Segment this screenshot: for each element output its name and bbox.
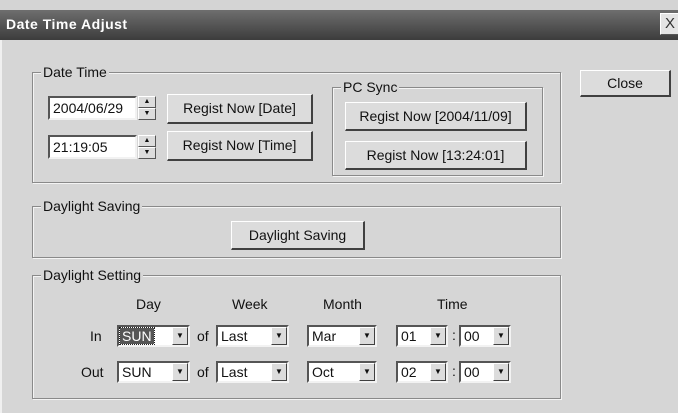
out-hour-select[interactable]: 02 ▼: [396, 361, 448, 383]
out-day-select[interactable]: SUN ▼: [117, 361, 190, 383]
out-month-value: Oct: [312, 364, 334, 380]
daylight-saving-button[interactable]: Daylight Saving: [231, 221, 365, 250]
in-month-select[interactable]: Mar ▼: [307, 325, 377, 347]
header-time: Time: [437, 296, 468, 312]
spin-down-icon[interactable]: ▼: [138, 147, 156, 159]
header-day: Day: [136, 296, 161, 312]
pc-sync-legend: PC Sync: [341, 79, 400, 95]
in-day-value: SUN: [119, 327, 155, 345]
date-field[interactable]: 2004/06/29: [48, 96, 137, 120]
title-bar: Date Time Adjust X: [0, 10, 678, 40]
spin-up-icon[interactable]: ▲: [138, 135, 156, 147]
time-spinner[interactable]: ▲ ▼: [138, 135, 156, 159]
out-day-value: SUN: [122, 364, 152, 380]
pc-sync-date-button[interactable]: Regist Now [2004/11/09]: [345, 102, 527, 131]
chevron-down-icon[interactable]: ▼: [271, 327, 287, 345]
in-month-value: Mar: [312, 328, 337, 344]
chevron-down-icon[interactable]: ▼: [493, 363, 509, 381]
spin-down-icon[interactable]: ▼: [138, 108, 156, 120]
chevron-down-icon[interactable]: ▼: [493, 327, 509, 345]
chevron-down-icon[interactable]: ▼: [359, 327, 375, 345]
header-month: Month: [323, 296, 362, 312]
chevron-down-icon[interactable]: ▼: [172, 327, 188, 345]
regist-date-button[interactable]: Regist Now [Date]: [167, 94, 313, 124]
out-hour-value: 02: [401, 364, 417, 380]
in-week-value: Last: [221, 328, 248, 344]
out-month-select[interactable]: Oct ▼: [307, 361, 377, 383]
in-week-select[interactable]: Last ▼: [216, 325, 289, 347]
out-of-label: of: [197, 364, 209, 380]
daylight-saving-legend: Daylight Saving: [41, 198, 143, 214]
in-label: In: [90, 328, 102, 344]
date-spinner[interactable]: ▲ ▼: [138, 96, 156, 120]
out-colon: :: [452, 363, 456, 379]
daylight-setting-legend: Daylight Setting: [41, 267, 144, 283]
close-button[interactable]: Close: [580, 70, 671, 97]
date-time-legend: Date Time: [41, 64, 109, 80]
chevron-down-icon[interactable]: ▼: [271, 363, 287, 381]
in-minute-value: 00: [464, 328, 480, 344]
time-field[interactable]: 21:19:05: [48, 135, 137, 159]
close-icon: X: [664, 15, 675, 32]
out-minute-value: 00: [464, 364, 480, 380]
out-minute-select[interactable]: 00 ▼: [459, 361, 511, 383]
regist-time-button[interactable]: Regist Now [Time]: [167, 131, 313, 161]
chevron-down-icon[interactable]: ▼: [172, 363, 188, 381]
out-week-select[interactable]: Last ▼: [216, 361, 289, 383]
window-close-button[interactable]: X: [660, 13, 678, 35]
pc-sync-time-button[interactable]: Regist Now [13:24:01]: [345, 141, 527, 170]
in-hour-select[interactable]: 01 ▼: [396, 325, 448, 347]
window-title: Date Time Adjust: [6, 16, 128, 32]
out-label: Out: [81, 364, 104, 380]
chevron-down-icon[interactable]: ▼: [359, 363, 375, 381]
in-hour-value: 01: [401, 328, 417, 344]
in-day-select[interactable]: SUN ▼: [117, 325, 190, 347]
out-week-value: Last: [221, 364, 248, 380]
dialog-body: Date Time 2004/06/29 ▲ ▼ 21:19:05 ▲ ▼ Re…: [0, 40, 678, 413]
header-week: Week: [232, 296, 268, 312]
spin-up-icon[interactable]: ▲: [138, 96, 156, 108]
in-minute-select[interactable]: 00 ▼: [459, 325, 511, 347]
chevron-down-icon[interactable]: ▼: [430, 327, 446, 345]
in-colon: :: [452, 327, 456, 343]
chevron-down-icon[interactable]: ▼: [430, 363, 446, 381]
in-of-label: of: [197, 328, 209, 344]
